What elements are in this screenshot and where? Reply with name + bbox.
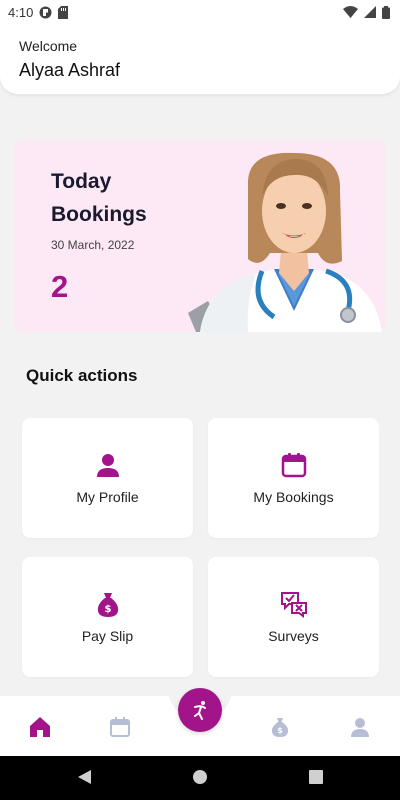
nav-bookings[interactable] xyxy=(105,712,135,742)
my-bookings-card[interactable]: My Bookings xyxy=(208,418,379,538)
back-icon[interactable] xyxy=(75,768,93,786)
welcome-label: Welcome xyxy=(19,38,78,54)
money-bag-icon: $ xyxy=(97,593,118,617)
home-icon xyxy=(30,717,50,737)
home-circle-icon[interactable] xyxy=(192,768,208,786)
today-bookings-date: 30 March, 2022 xyxy=(51,238,135,252)
doctor-photo xyxy=(188,152,382,332)
person-icon xyxy=(96,454,119,477)
nav-home[interactable] xyxy=(25,712,55,742)
dancer-icon xyxy=(194,701,206,720)
svg-text:$: $ xyxy=(277,726,283,735)
pay-slip-card[interactable]: $ Pay Slip xyxy=(22,557,193,677)
nav-profile[interactable] xyxy=(345,712,375,742)
today-bookings-count: 2 xyxy=(51,269,69,304)
quick-actions-title: Quick actions xyxy=(26,366,138,385)
battery-icon xyxy=(382,5,390,19)
svg-text:$: $ xyxy=(104,604,111,615)
pay-slip-label: Pay Slip xyxy=(81,628,134,644)
recents-icon[interactable] xyxy=(308,768,324,786)
person-icon xyxy=(351,718,369,737)
surveys-label: Surveys xyxy=(268,628,319,644)
my-profile-card[interactable]: My Profile xyxy=(22,418,193,538)
header: Welcome Alyaa Ashraf xyxy=(0,24,400,94)
survey-icon xyxy=(280,592,307,618)
sd-card-icon xyxy=(58,5,69,19)
wifi-icon xyxy=(343,6,358,18)
calendar-icon xyxy=(281,453,306,478)
user-name: Alyaa Ashraf xyxy=(19,60,121,80)
status-bar: 4:10 xyxy=(0,0,400,24)
status-right xyxy=(343,5,390,19)
app-notification-icon xyxy=(39,6,52,18)
nav-payslip[interactable]: $ xyxy=(265,712,295,742)
status-left: 4:10 xyxy=(8,5,69,20)
today-bookings-card[interactable]: Today Bookings 30 March, 2022 2 xyxy=(14,141,386,332)
nav-center-button[interactable] xyxy=(178,688,222,732)
my-profile-label: My Profile xyxy=(76,489,139,505)
calendar-icon xyxy=(110,717,130,737)
my-bookings-label: My Bookings xyxy=(253,489,334,505)
money-bag-icon: $ xyxy=(271,718,289,737)
status-time: 4:10 xyxy=(8,4,34,20)
signal-icon xyxy=(364,6,376,18)
today-bookings-title: Today Bookings xyxy=(51,170,147,226)
surveys-card[interactable]: Surveys xyxy=(208,557,379,677)
system-nav-bar xyxy=(0,756,400,800)
